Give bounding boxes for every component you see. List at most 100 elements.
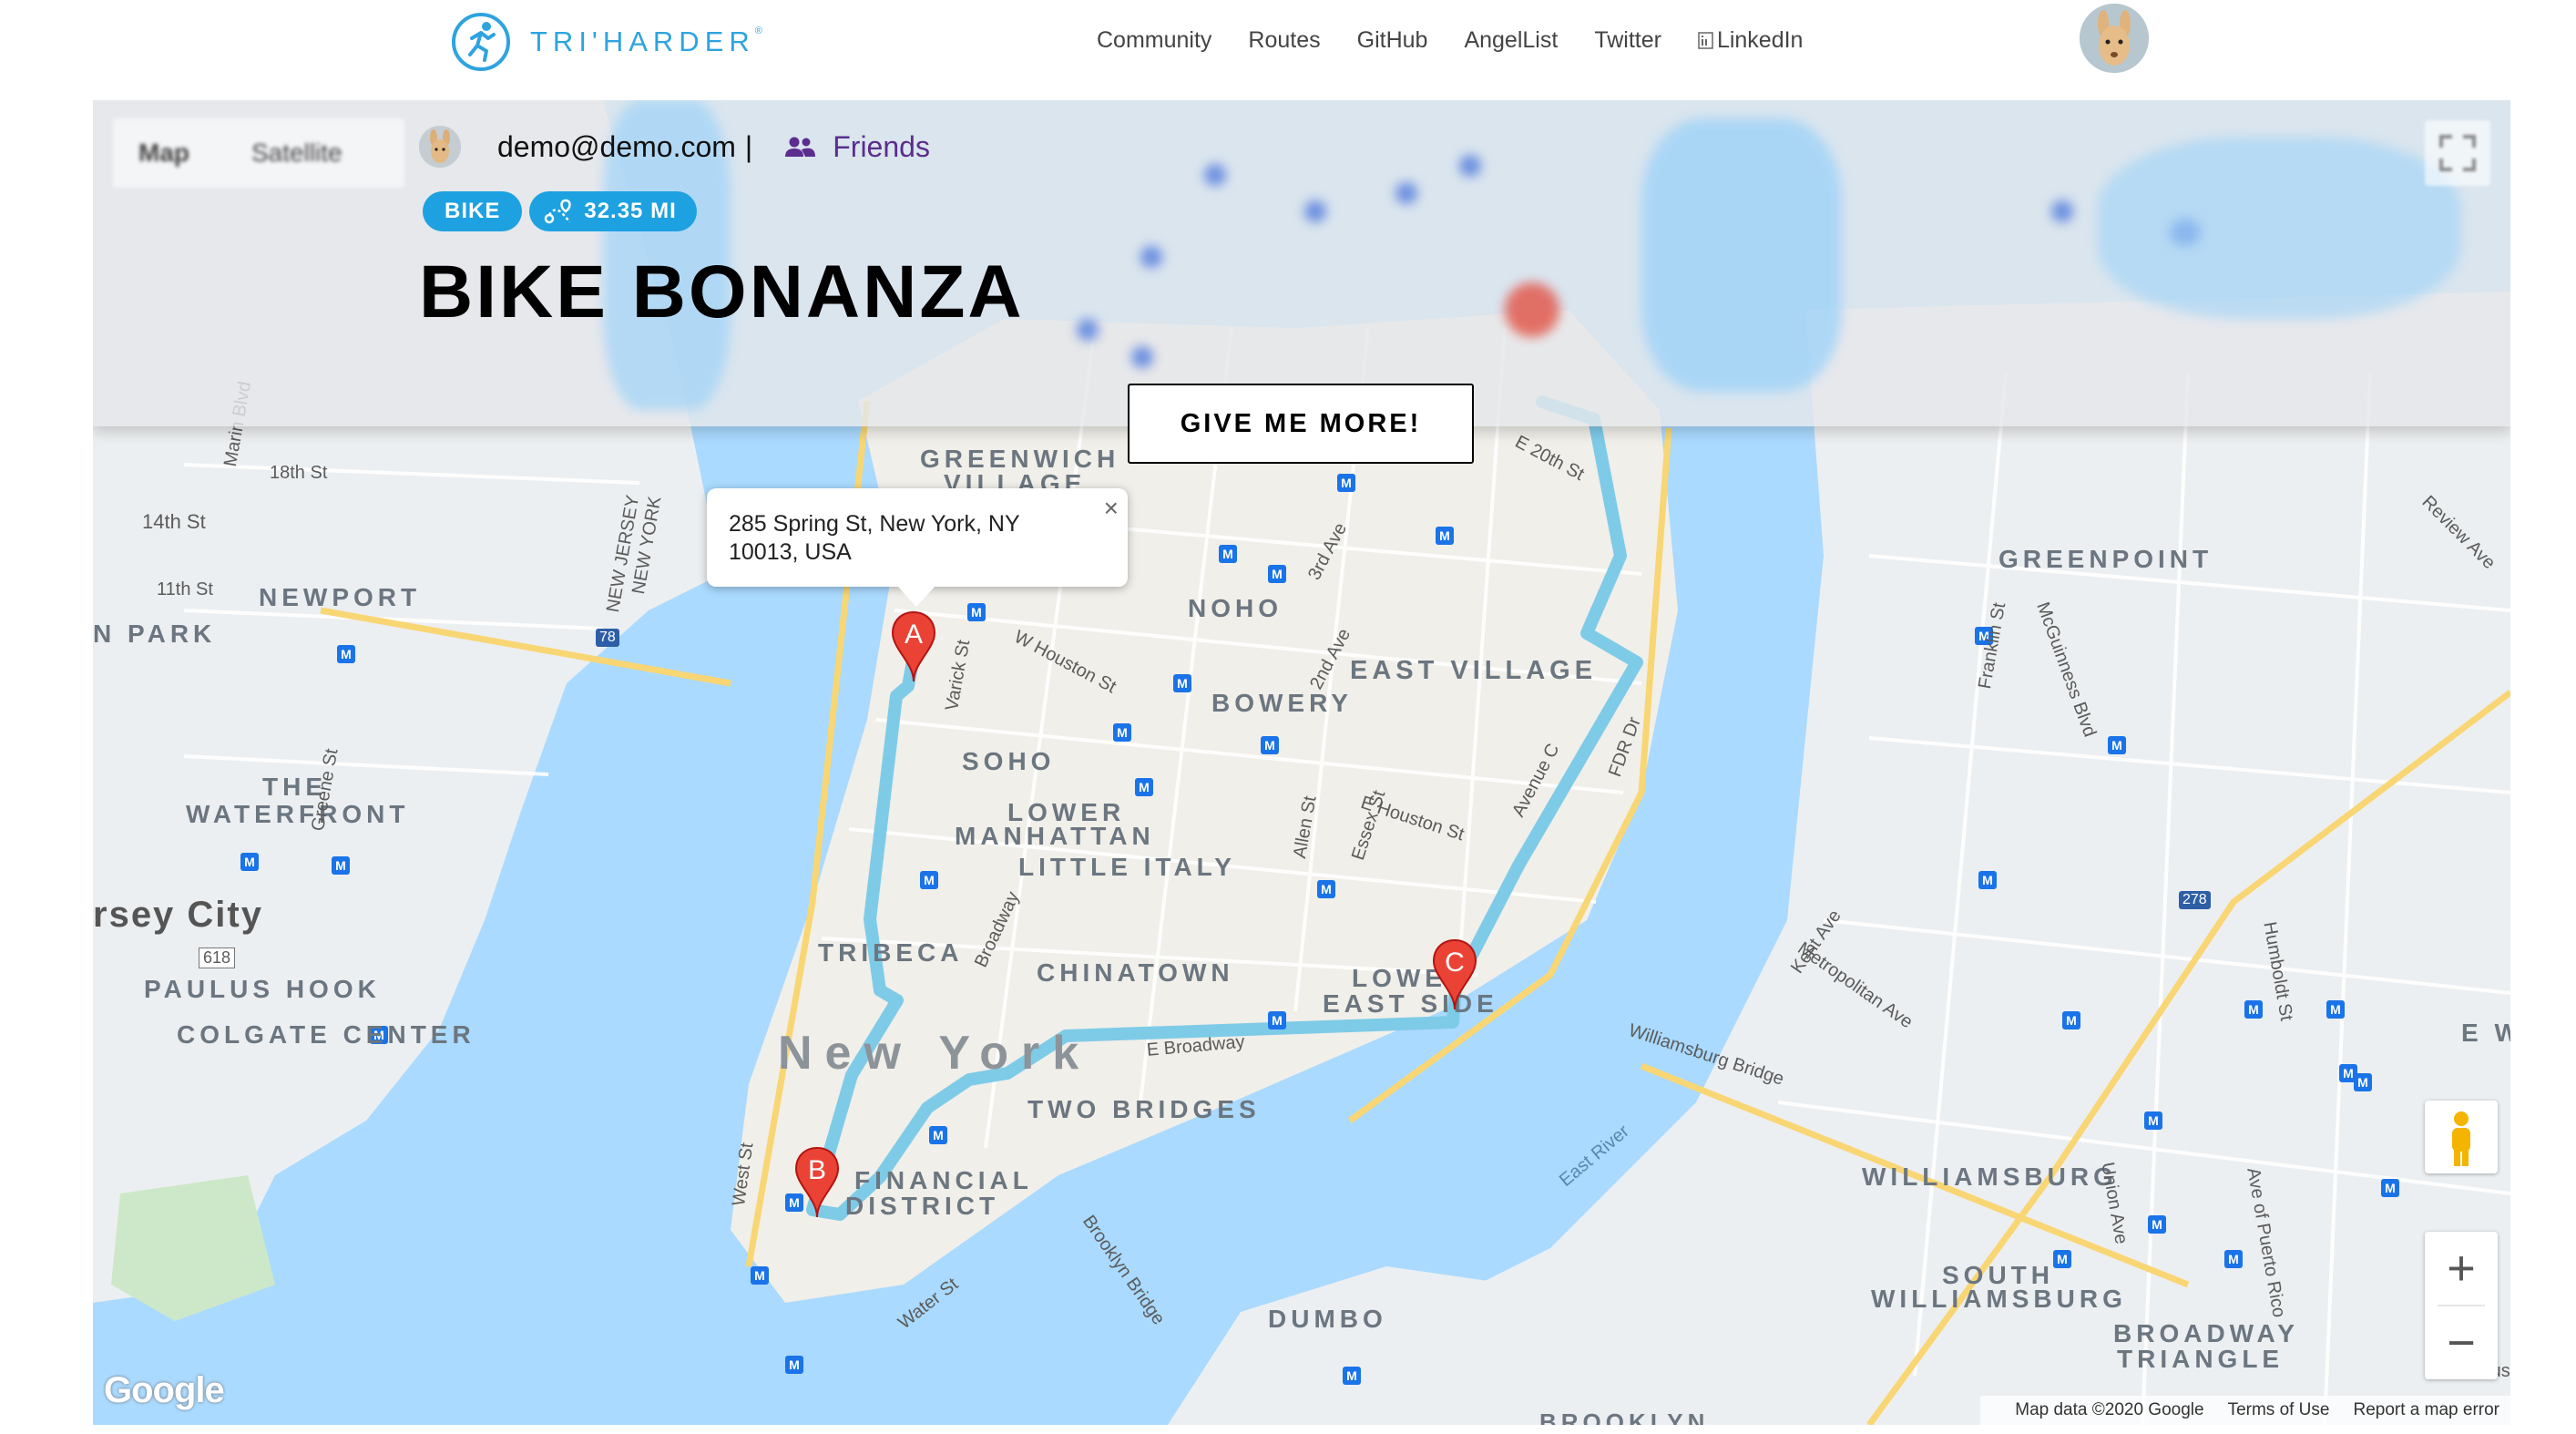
- neighborhood-label: BROOKLYN: [1539, 1408, 1710, 1425]
- google-logo: Google: [104, 1370, 225, 1410]
- owner-email[interactable]: demo@demo.com: [497, 130, 736, 164]
- map-type-toggle[interactable]: Map Satellite: [113, 118, 404, 188]
- blurred-map-feature: [1505, 282, 1559, 337]
- route-header-panel: Map Satellite demo@demo.com | Friends BI…: [93, 100, 2510, 426]
- city-label: rsey City: [93, 895, 263, 935]
- neighborhood-label: WILLIAMSBURG: [1862, 1163, 2118, 1191]
- kangaroo-avatar-icon: [2080, 4, 2149, 73]
- blurred-map-feature: [1459, 155, 1481, 177]
- neighborhood-label: DISTRICT: [845, 1192, 1000, 1220]
- sport-badge: BIKE: [423, 191, 523, 231]
- infowindow-pointer: [898, 587, 935, 607]
- subway-station-icon: M: [337, 645, 355, 663]
- neighborhood-label: WATERFRONT: [186, 800, 410, 828]
- marker-letter: B: [807, 1155, 826, 1185]
- blurred-map-feature: [1641, 118, 1842, 392]
- map-data-credit: Map data ©2020 Google: [2015, 1400, 2204, 1419]
- neighborhood-label: BOWERY: [1211, 689, 1353, 717]
- neighborhood-label: TRIANGLE: [2117, 1345, 2285, 1373]
- route-marker-c[interactable]: C: [1432, 938, 1477, 1011]
- subway-station-icon: M: [2224, 1250, 2243, 1268]
- infowindow-close-button[interactable]: ×: [1104, 494, 1119, 523]
- blurred-map-feature: [1140, 246, 1162, 268]
- marker-letter: A: [904, 620, 923, 650]
- map-attribution: Map data ©2020 Google Terms of Use Repor…: [1980, 1396, 2510, 1425]
- neighborhood-label: DUMBO: [1268, 1305, 1387, 1333]
- user-avatar[interactable]: [2080, 4, 2149, 73]
- brand-logo[interactable]: TRI'HARDER®: [450, 9, 762, 75]
- blurred-map-feature: [1077, 319, 1099, 341]
- interstate-shield: 278: [2179, 891, 2211, 909]
- subway-station-icon: M: [2354, 1073, 2372, 1091]
- address-infowindow: 285 Spring St, New York, NY 10013, USA ×: [707, 488, 1128, 607]
- neighborhood-label: TWO BRIDGES: [1027, 1095, 1261, 1123]
- subway-station-icon: M: [2381, 1179, 2399, 1197]
- neighborhood-label: TRIBECA: [818, 938, 964, 967]
- route-tags: BIKE 32.35 MI: [423, 191, 704, 231]
- give-me-more-button[interactable]: GIVE ME MORE!: [1128, 384, 1474, 464]
- terms-link[interactable]: Terms of Use: [2228, 1400, 2330, 1420]
- street-label: 14th St: [142, 510, 206, 533]
- separator: |: [744, 129, 753, 163]
- street-label: 18th St: [270, 463, 328, 483]
- report-error-link[interactable]: Report a map error: [2353, 1400, 2499, 1420]
- neighborhood-label: GREENPOINT: [1998, 545, 2213, 573]
- route-map[interactable]: M M M M M M M M M M M M M M M M M M M M …: [93, 100, 2510, 1425]
- route-shield: 618: [199, 947, 236, 968]
- subway-station-icon: M: [2326, 1000, 2345, 1019]
- distance-value: 32.35 MI: [584, 199, 677, 223]
- nav-link-angellist[interactable]: AngelList: [1464, 27, 1558, 54]
- nav-link-github[interactable]: GitHub: [1357, 27, 1428, 54]
- route-marker-b[interactable]: B: [794, 1146, 840, 1219]
- nav-link-routes[interactable]: Routes: [1248, 27, 1320, 54]
- linkedin-icon: [1698, 32, 1713, 49]
- subway-station-icon: M: [929, 1126, 947, 1144]
- subway-station-icon: M: [785, 1356, 803, 1374]
- nav-link-linkedin[interactable]: LinkedIn: [1698, 27, 1803, 54]
- map-type-map[interactable]: Map: [138, 138, 189, 168]
- subway-station-icon: M: [1317, 880, 1335, 898]
- route-distance-icon: [545, 199, 572, 224]
- street-view-pegman[interactable]: [2425, 1101, 2498, 1173]
- neighborhood-label: SOHO: [962, 747, 1056, 775]
- subway-station-icon: M: [2053, 1250, 2071, 1268]
- subway-station-icon: M: [240, 853, 259, 871]
- blurred-map-feature: [1395, 182, 1417, 204]
- subway-station-icon: M: [1261, 736, 1279, 754]
- neighborhood-label: MANHATTAN: [955, 822, 1155, 850]
- runner-logo-icon: [452, 13, 510, 71]
- neighborhood-label: NOHO: [1188, 594, 1283, 622]
- neighborhood-label: E WILLIA: [2461, 1019, 2510, 1047]
- distance-badge: 32.35 MI: [529, 191, 697, 231]
- blurred-map-feature: [1204, 164, 1226, 186]
- fullscreen-button[interactable]: [2425, 120, 2490, 186]
- nav-links: Community Routes GitHub AngelList Twitte…: [1097, 27, 1839, 54]
- route-marker-a[interactable]: A: [891, 610, 936, 683]
- subway-station-icon: M: [1268, 1011, 1286, 1029]
- friends-link[interactable]: Friends: [833, 130, 930, 164]
- neighborhood-label: N PARK: [93, 620, 217, 648]
- map-type-satellite[interactable]: Satellite: [251, 138, 342, 168]
- subway-station-icon: M: [1978, 871, 1997, 889]
- blurred-map-feature: [1304, 200, 1326, 222]
- route-title: BIKE BONANZA: [419, 251, 1025, 333]
- owner-avatar[interactable]: [419, 126, 461, 168]
- zoom-out-button[interactable]: −: [2425, 1306, 2498, 1379]
- subway-station-icon: M: [2144, 1111, 2162, 1130]
- route-owner-row: demo@demo.com | Friends: [419, 126, 930, 168]
- nav-link-community[interactable]: Community: [1097, 27, 1211, 54]
- nav-link-twitter[interactable]: Twitter: [1594, 27, 1661, 54]
- subway-station-icon: M: [332, 856, 350, 875]
- friends-icon: [785, 137, 816, 157]
- blurred-map-feature: [1131, 346, 1153, 368]
- subway-station-icon: M: [1219, 545, 1237, 563]
- neighborhood-label: EAST VILLAGE: [1350, 656, 1598, 685]
- brand-name: TRI'HARDER®: [530, 26, 762, 57]
- subway-station-icon: M: [2062, 1011, 2080, 1029]
- street-label: 11th St: [157, 579, 213, 599]
- zoom-in-button[interactable]: +: [2425, 1232, 2498, 1305]
- blurred-map-feature: [2097, 137, 2461, 319]
- subway-station-icon: M: [1337, 474, 1355, 492]
- subway-station-icon: M: [1343, 1367, 1361, 1385]
- fullscreen-icon: [2439, 135, 2476, 171]
